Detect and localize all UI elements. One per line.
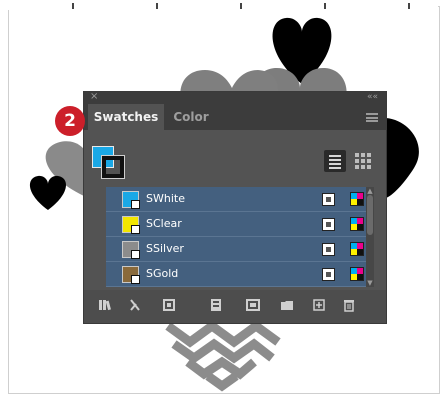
cmyk-mode-icon xyxy=(350,217,364,231)
close-icon[interactable]: × xyxy=(90,91,98,102)
delete-swatch-icon[interactable] xyxy=(342,298,356,312)
heart-black-right xyxy=(386,118,419,198)
stroke-swatch[interactable] xyxy=(102,156,124,178)
new-swatch-icon[interactable] xyxy=(312,298,326,312)
tab-swatches[interactable]: Swatches xyxy=(88,104,164,130)
add-selected-swatches-icon[interactable] xyxy=(128,298,142,312)
swatch-list: SWhite SClear SSilver SGold xyxy=(106,187,374,287)
heart-black-small xyxy=(29,175,67,210)
global-process-icon xyxy=(322,218,335,231)
swatch-chip xyxy=(122,241,140,259)
list-item-swatch[interactable]: SClear xyxy=(106,212,366,237)
collapse-panel-icon[interactable]: «« xyxy=(367,92,378,102)
thumbnail-view-icon[interactable] xyxy=(352,150,374,172)
swatch-name: SSilver xyxy=(146,242,184,255)
list-item-swatch[interactable]: SSilver xyxy=(106,237,366,262)
new-folder-icon[interactable] xyxy=(280,298,294,312)
list-item-swatch[interactable]: SWhite xyxy=(106,187,366,212)
swatch-options-icon[interactable] xyxy=(210,298,224,312)
chevron-stack xyxy=(165,320,281,392)
new-color-group-icon[interactable] xyxy=(246,298,260,312)
list-view-icon[interactable] xyxy=(324,150,346,172)
cmyk-mode-icon xyxy=(350,242,364,256)
global-process-icon xyxy=(322,193,335,206)
fill-stroke-indicator[interactable] xyxy=(92,146,128,182)
global-process-icon xyxy=(322,268,335,281)
cmyk-mode-icon xyxy=(350,192,364,206)
swatches-panel: × «« Swatches Color SWhite SClear SSilve… xyxy=(84,91,386,323)
list-item-swatch[interactable]: SGold xyxy=(106,262,366,287)
swatch-chip xyxy=(122,216,140,234)
global-process-icon xyxy=(322,243,335,256)
panel-tab-bar: Swatches Color xyxy=(84,104,386,130)
swatch-libraries-menu-icon[interactable] xyxy=(98,298,112,312)
panel-menu-icon[interactable] xyxy=(366,113,378,122)
cmyk-mode-icon xyxy=(350,267,364,281)
scroll-thumb[interactable] xyxy=(367,195,373,235)
panel-bottom-toolbar xyxy=(84,290,386,323)
panel-drag-bar[interactable]: × «« xyxy=(84,91,386,104)
step-number-badge: 2 xyxy=(55,106,85,136)
scroll-down-icon[interactable]: ▼ xyxy=(366,279,374,287)
swatch-list-scrollbar[interactable]: ▲ ▼ xyxy=(366,187,374,287)
swatch-chip xyxy=(122,266,140,284)
tab-color[interactable]: Color xyxy=(166,104,216,130)
swatch-name: SGold xyxy=(146,267,179,280)
show-swatch-kinds-icon[interactable] xyxy=(162,298,176,312)
swatch-name: SWhite xyxy=(146,192,185,205)
swatch-chip xyxy=(122,191,140,209)
swatch-name: SClear xyxy=(146,217,182,230)
scroll-up-icon[interactable]: ▲ xyxy=(366,187,374,195)
